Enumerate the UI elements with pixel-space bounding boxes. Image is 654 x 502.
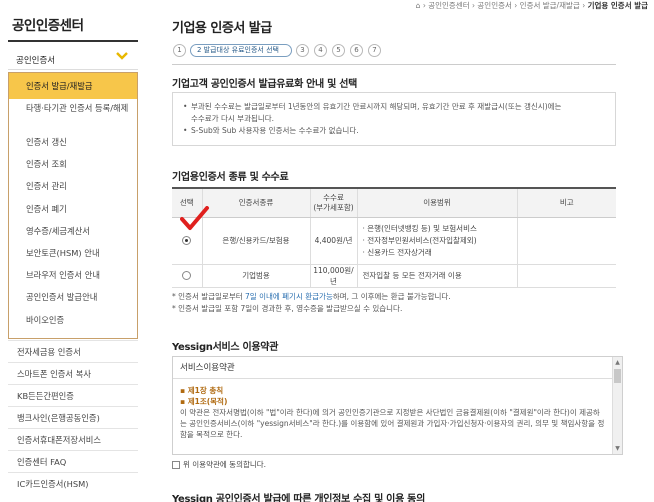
table-row: 은행/신용카드/보험용 4,400원/년 · 은행(인터넷뱅킹 등) 및 보험서… xyxy=(172,217,616,265)
divider xyxy=(8,40,138,42)
breadcrumb-item[interactable]: 공인인증센터 xyxy=(428,1,469,10)
step-4: 4 xyxy=(314,44,327,57)
breadcrumb-current: 기업용 인증서 발급 xyxy=(587,1,648,10)
chapter-text: 제1장 총칙 xyxy=(187,386,224,395)
terms-content: ▪ 제1장 총칙 ▪ 제1조(목적) 이 약관은 전자서명법(이하 "법"이라 … xyxy=(173,379,622,440)
checkmark-icon xyxy=(180,206,210,234)
divider xyxy=(172,64,616,65)
article-text: 제1조(목적) xyxy=(187,397,228,406)
note-cell xyxy=(516,264,616,288)
chevron-down-icon[interactable] xyxy=(116,49,128,65)
menu-item-tax[interactable]: 전자세금용 인증서 xyxy=(8,340,138,362)
terms-agree[interactable]: 위 이용약관에 동의합니다. xyxy=(172,459,266,470)
scope-cell: · 은행(인터넷뱅킹 등) 및 보험서비스 · 전자정부민원서비스(전자입찰제외… xyxy=(356,217,517,265)
note-text: 인증서 발급일 포함 7일이 경과한 후, 영수증을 발급받으실 수 있습니다. xyxy=(178,304,403,313)
menu-item-smartphone-copy[interactable]: 스마트폰 인증서 복사 xyxy=(8,362,138,384)
column-header: 이용범위 xyxy=(356,187,517,218)
scroll-up-icon[interactable]: ▲ xyxy=(613,358,622,367)
scroll-thumb[interactable] xyxy=(614,369,621,383)
scope-line: · 은행(인터넷뱅킹 등) 및 보험서비스 xyxy=(362,223,477,233)
cert-type-cell: 기업범용 xyxy=(201,264,310,288)
fee-cell: 4,400원/년 xyxy=(309,217,357,265)
menu-item-phone-save[interactable]: 인증서휴대폰저장서비스 xyxy=(8,428,138,450)
sidebar-title: 공인인증센터 xyxy=(12,18,84,34)
section-title-terms: Yessign서비스 이용약관 xyxy=(172,342,279,353)
submenu-item-revoke[interactable]: 인증서 폐기 xyxy=(9,204,137,215)
terms-scroll-box[interactable]: 서비스이용약관 ▪ 제1장 총칙 ▪ 제1조(목적) 이 약관은 전자서명법(이… xyxy=(172,356,623,455)
section-title-privacy: Yessign 공인인증서 발급에 따른 개인정보 수집 및 이용 동의 xyxy=(172,494,425,502)
note-highlight: 7일 이내에 폐기시 환급가능 xyxy=(245,292,333,301)
scope-cell: 전자입찰 등 모든 전자거래 이용 xyxy=(356,264,517,288)
submenu-item-hsm[interactable]: 보안토큰(HSM) 안내 xyxy=(9,248,137,259)
breadcrumb-item[interactable]: 인증서 발급/재발급 xyxy=(520,1,580,10)
fee-notes: * 인증서 발급일로부터 7일 이내에 폐기시 환급가능하며, 그 이후에는 환… xyxy=(172,291,616,315)
radio-bank-card-insurance[interactable] xyxy=(182,236,192,246)
note-cell xyxy=(516,217,616,265)
column-header: 비고 xyxy=(516,187,616,218)
step-6: 6 xyxy=(350,44,363,57)
menu-item-banksign[interactable]: 뱅크사인(은행공동인증) xyxy=(8,406,138,428)
info-line-text: 수수료가 다시 부과됩니다. xyxy=(183,113,275,125)
terms-box-title: 서비스이용약관 xyxy=(173,357,622,379)
submenu-item-renew[interactable]: 인증서 갱신 xyxy=(9,137,137,148)
breadcrumb: ⌂ › 공인인증센터 › 공인인증서 › 인증서 발급/재발급 › 기업용 인증… xyxy=(416,0,648,11)
billing-info-box: 부과된 수수료는 발급일로부터 1년동안의 유효기간 만료시까지 해당되며, 유… xyxy=(172,92,616,146)
submenu-item-bio[interactable]: 바이오인증 xyxy=(9,315,137,326)
page-title: 기업용 인증서 발급 xyxy=(172,21,272,36)
submenu: 인증서 발급/재발급 타행·타기관 인증서 등록/해제 인증서 갱신 인증서 조… xyxy=(8,72,138,339)
receipt-note: * 인증서 발급일 포함 7일이 경과한 후, 영수증을 발급받으실 수 있습니… xyxy=(172,304,403,313)
terms-chapter: ▪ 제1장 총칙 xyxy=(180,386,224,395)
section-title-fees: 기업용인증서 종류 및 수수료 xyxy=(172,172,289,183)
terms-body-text: 이 약관은 전자서명법(이하 "법"이라 한다)에 의거 공인인증기관으로 지정… xyxy=(180,408,605,439)
refund-note: * 인증서 발급일로부터 7일 이내에 폐기시 환급가능하며, 그 이후에는 환… xyxy=(172,292,451,301)
column-header-fee: 수수료 (부가세포함) xyxy=(313,192,354,212)
menu-item-kb-simple[interactable]: KB든든간편인증 xyxy=(8,384,138,406)
menu-item-faq[interactable]: 인증센터 FAQ xyxy=(8,450,138,472)
submenu-item-register[interactable]: 타행·타기관 인증서 등록/해제 xyxy=(9,103,137,114)
step-1: 1 xyxy=(173,44,186,57)
submenu-item-manage[interactable]: 인증서 관리 xyxy=(9,181,137,192)
cert-type-cell: 은행/신용카드/보험용 xyxy=(201,217,310,265)
scroll-down-icon[interactable]: ▼ xyxy=(613,444,622,453)
submenu-item-guide[interactable]: 공인인증서 발급안내 xyxy=(9,292,137,303)
submenu-item-browser[interactable]: 브라우저 인증서 안내 xyxy=(9,270,137,281)
fee-cell: 110,000원/년 xyxy=(309,264,357,288)
submenu-item-receipt[interactable]: 영수증/세금계산서 xyxy=(9,226,137,237)
step-5: 5 xyxy=(332,44,345,57)
breadcrumb-item[interactable]: 공인인증서 xyxy=(477,1,512,10)
select-cell xyxy=(172,264,202,288)
note-text: 인증서 발급일로부터 xyxy=(178,292,246,301)
note-text: 하며, 그 이후에는 환급 불가능합니다. xyxy=(332,292,451,301)
agree-label[interactable]: 위 이용약관에 동의합니다. xyxy=(183,460,266,469)
sidebar-category-label: 공인인증서 xyxy=(16,56,56,66)
step-7: 7 xyxy=(368,44,381,57)
info-line-cont: 수수료가 다시 부과됩니다. xyxy=(183,113,605,125)
column-header: 인증서종류 xyxy=(201,187,310,218)
radio-enterprise-general[interactable] xyxy=(182,271,192,281)
step-2-active: 2 발급대상 유료인증서 선택 xyxy=(190,44,292,57)
section-title-billing: 기업고객 공인인증서 발급유료화 안내 및 선택 xyxy=(172,79,358,90)
table-row: 기업범용 110,000원/년 전자입찰 등 모든 전자거래 이용 xyxy=(172,264,616,288)
info-line: 부과된 수수료는 발급일로부터 1년동안의 유효기간 만료시까지 해당되며, 유… xyxy=(183,101,605,113)
scrollbar[interactable]: ▲ ▼ xyxy=(612,357,622,454)
column-header: 수수료 (부가세포함) xyxy=(309,187,357,218)
agree-checkbox[interactable] xyxy=(172,461,180,469)
scope-line: · 신용카드 전자상거래 xyxy=(362,247,432,257)
step-3: 3 xyxy=(296,44,309,57)
info-line: S-Sub와 Sub 사용자용 인증서는 수수료가 없습니다. xyxy=(183,125,605,137)
sidebar: 공인인증센터 공인인증서 인증서 발급/재발급 타행·타기관 인증서 등록/해제… xyxy=(0,0,150,502)
submenu-item-lookup[interactable]: 인증서 조회 xyxy=(9,159,137,170)
terms-article: ▪ 제1조(목적) xyxy=(180,397,228,406)
submenu-item-issue[interactable]: 인증서 발급/재발급 xyxy=(9,73,137,99)
home-icon[interactable]: ⌂ xyxy=(416,1,421,10)
scope-line: · 전자정부민원서비스(전자입찰제외) xyxy=(362,235,477,245)
menu-item-ic-card[interactable]: IC카드인증서(HSM) xyxy=(8,472,138,494)
fee-table: 선택 인증서종류 수수료 (부가세포함) 이용범위 비고 은행/신용카드/보험용 … xyxy=(172,187,616,288)
sidebar-category[interactable]: 공인인증서 xyxy=(8,46,138,70)
